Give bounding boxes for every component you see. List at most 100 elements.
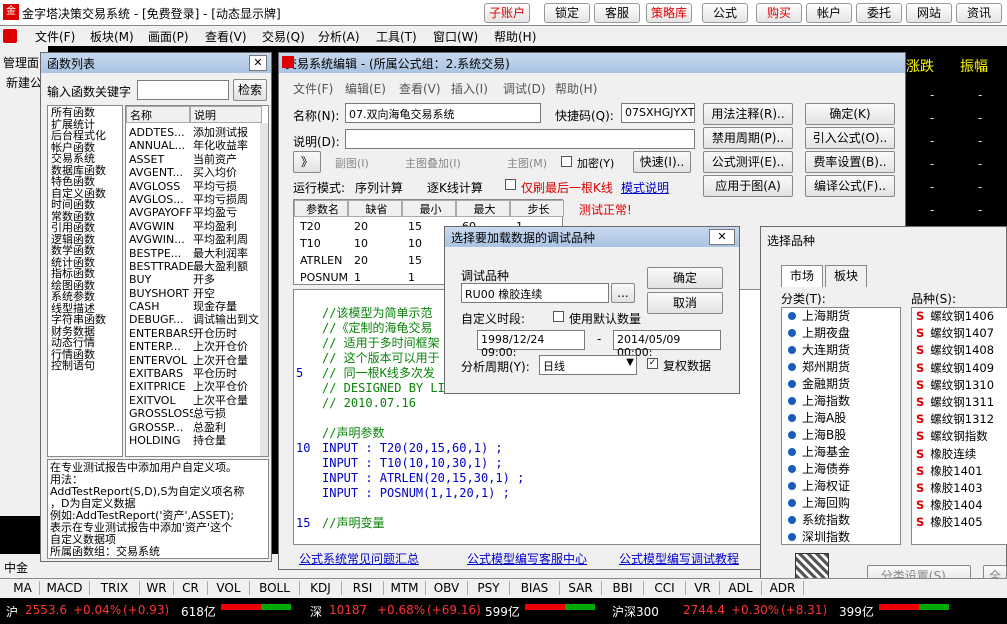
category-item[interactable]: 字符串函数: [51, 314, 119, 326]
category-node[interactable]: 深圳指数: [782, 529, 900, 544]
indicator-tab[interactable]: OBV: [426, 581, 468, 595]
function-row[interactable]: AVGWIN 平均盈利: [129, 220, 265, 233]
top-button-6[interactable]: 帐户: [806, 3, 852, 23]
name-input[interactable]: 07.双向海龟交易系统: [345, 103, 541, 123]
disable-period-button[interactable]: 禁用周期(P)..: [703, 127, 793, 149]
product-item[interactable]: S 螺纹钢1311: [916, 394, 1007, 411]
top-button-9[interactable]: 资讯: [956, 3, 1002, 23]
param-header[interactable]: 最小: [402, 200, 456, 217]
tab-gong[interactable]: 公: [3, 534, 15, 551]
category-tree[interactable]: 上海期货 上期夜盘 大连期货 郑州期货 金融期货 上海指数 上海A股 上海B股 上海基金 上海债券…: [781, 307, 901, 545]
menu-item[interactable]: 工具(T): [376, 28, 417, 45]
product-item[interactable]: S 螺纹钢1409: [916, 360, 1007, 377]
param-cell[interactable]: 1: [354, 271, 361, 284]
function-row[interactable]: GROSSLOSS 总亏损: [129, 407, 265, 420]
service-link[interactable]: 公式模型编写客服中心: [467, 550, 587, 567]
function-row[interactable]: AVGLOSS 平均亏损: [129, 180, 265, 193]
indicator-tab[interactable]: PSY: [468, 581, 510, 595]
function-row[interactable]: BUYSHORT 开空: [129, 287, 265, 300]
category-node[interactable]: 上海B股: [782, 427, 900, 444]
browse-button[interactable]: ...: [611, 283, 635, 303]
param-cell[interactable]: 1: [408, 271, 415, 284]
category-node[interactable]: 上海A股: [782, 410, 900, 427]
category-list[interactable]: 所有函数 扩展统计 后台程式化 帐户函数 交易系统 数据库函数 特色函数 自定义函数 时间函数常…: [47, 105, 123, 457]
radio-overlay[interactable]: 主图叠加(I): [405, 155, 461, 171]
close-icon[interactable]: ✕: [249, 55, 267, 71]
indicator-tab[interactable]: ADR: [762, 581, 804, 595]
close-icon[interactable]: ✕: [709, 229, 735, 245]
category-item[interactable]: 引用函数: [51, 222, 119, 234]
search-input[interactable]: [137, 80, 229, 100]
editor-menu-item[interactable]: 插入(I): [451, 80, 488, 97]
menu-item[interactable]: 分析(A): [318, 28, 360, 45]
category-node[interactable]: 上海期货: [782, 308, 900, 325]
category-node[interactable]: 上海基金: [782, 444, 900, 461]
test-button[interactable]: 公式测评(E)..: [703, 151, 793, 173]
function-row[interactable]: AVGWIN... 平均盈利周: [129, 233, 265, 246]
ok-button[interactable]: 确定(K): [805, 103, 895, 125]
top-button-4[interactable]: 公式: [702, 3, 748, 23]
product-item[interactable]: S 螺纹钢指数: [916, 428, 1007, 445]
product-item[interactable]: S 橡胶1405: [916, 514, 1007, 531]
indicator-tab[interactable]: CCI: [644, 581, 686, 595]
category-item[interactable]: 后台程式化: [51, 130, 119, 142]
product-item[interactable]: S 螺纹钢1407: [916, 325, 1007, 342]
function-row[interactable]: AVGLOS... 平均亏损周: [129, 193, 265, 206]
category-node[interactable]: 上期夜盘: [782, 325, 900, 342]
scrollbar[interactable]: [260, 123, 268, 456]
indicator-tab[interactable]: SAR: [560, 581, 602, 595]
col-header-name[interactable]: 名称: [126, 106, 190, 123]
top-button-7[interactable]: 委托: [856, 3, 902, 23]
mode-help-link[interactable]: 模式说明: [621, 179, 669, 196]
product-item[interactable]: S 橡胶1404: [916, 497, 1007, 514]
menu-item[interactable]: 画面(P): [148, 28, 189, 45]
category-item[interactable]: 特色函数: [51, 176, 119, 188]
top-button-5[interactable]: 购买: [756, 3, 802, 23]
product-item[interactable]: S 橡胶1401: [916, 463, 1007, 480]
ok-button[interactable]: 确定: [647, 267, 723, 289]
editor-menu-item[interactable]: 查看(V): [399, 80, 441, 97]
menu-item[interactable]: 窗口(W): [433, 28, 478, 45]
function-row[interactable]: ENTERP... 上次开仓价: [129, 340, 265, 353]
param-header[interactable]: 最大: [456, 200, 510, 217]
quick-button[interactable]: 快速(I)..: [633, 151, 691, 173]
param-cell[interactable]: T20: [300, 220, 321, 233]
product-item[interactable]: S 橡胶1403: [916, 480, 1007, 497]
top-button-2[interactable]: 客服: [594, 3, 640, 23]
category-node[interactable]: 上海权证: [782, 478, 900, 495]
indicator-tab[interactable]: VR: [686, 581, 720, 595]
indicator-tab[interactable]: RSI: [342, 581, 384, 595]
function-row[interactable]: BESTPE... 最大利润率: [129, 247, 265, 260]
param-cell[interactable]: 20: [354, 254, 368, 267]
apply-chart-button[interactable]: 应用于图(A): [703, 175, 793, 197]
indicator-tab[interactable]: MTM: [384, 581, 426, 595]
end-date-input[interactable]: 2014/05/09 00:00:: [613, 330, 721, 359]
start-date-input[interactable]: 1998/12/24 09:00:: [477, 330, 585, 359]
col-header-amplitude[interactable]: 振幅: [960, 56, 988, 76]
category-item[interactable]: 所有函数: [51, 107, 119, 119]
indicator-tab[interactable]: CR: [174, 581, 208, 595]
indicator-tab[interactable]: MA: [6, 581, 40, 595]
function-table[interactable]: 名称 说明 ADDTES... 添加测试报 ANNUAL... 年化收益率 ASSET 当…: [125, 105, 269, 457]
category-item[interactable]: 时间函数: [51, 199, 119, 211]
category-node[interactable]: 大连期货: [782, 342, 900, 359]
category-item[interactable]: 动态行情: [51, 337, 119, 349]
category-node[interactable]: 上海指数: [782, 393, 900, 410]
function-row[interactable]: GROSSP... 总盈利: [129, 421, 265, 434]
function-row[interactable]: ANNUAL... 年化收益率: [129, 139, 265, 152]
default-count-checkbox[interactable]: [553, 311, 564, 322]
indicator-tab[interactable]: ADL: [720, 581, 762, 595]
indicator-tab[interactable]: BIAS: [510, 581, 560, 595]
faq-link[interactable]: 公式系统常见问题汇总: [299, 550, 419, 567]
function-row[interactable]: EXITVOL 上次平仓量: [129, 394, 265, 407]
col-header-desc[interactable]: 说明: [190, 106, 262, 123]
menu-item[interactable]: 板块(M): [90, 28, 134, 45]
category-item[interactable]: 系统参数: [51, 291, 119, 303]
category-node[interactable]: 郑州期货: [782, 359, 900, 376]
shortcut-input[interactable]: 07SXHGJYXT: [621, 103, 695, 123]
function-row[interactable]: CASH 现金存量: [129, 300, 265, 313]
category-node[interactable]: 上海债券: [782, 461, 900, 478]
category-item[interactable]: 指标函数: [51, 268, 119, 280]
product-item[interactable]: S 螺纹钢1408: [916, 342, 1007, 359]
editor-menu-item[interactable]: 调试(D): [503, 80, 546, 97]
